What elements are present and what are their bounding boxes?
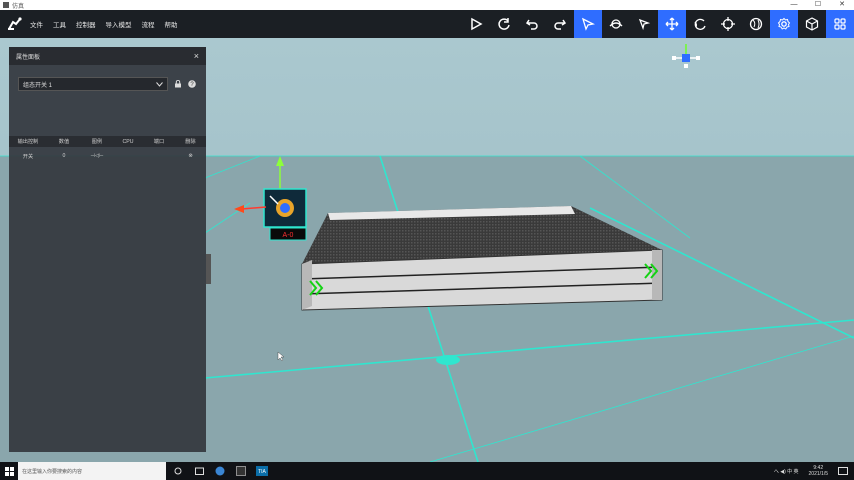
simulator-app-icon[interactable] xyxy=(232,462,250,480)
redo-icon xyxy=(554,19,567,30)
settings-icon xyxy=(777,17,791,30)
properties-panel: 属性面板 × 组态开关 1 ? 输出控制 数值 图例 CPU 端口 删除 开关 … xyxy=(9,47,211,452)
clock[interactable]: 9:42 2021/1/5 xyxy=(809,465,828,477)
rotate-icon xyxy=(694,18,706,30)
menu-flow[interactable]: 流程 xyxy=(142,19,155,29)
col-cpu: CPU xyxy=(122,138,134,145)
menu-file[interactable]: 文件 xyxy=(30,19,43,29)
device-select[interactable]: 组态开关 1 xyxy=(18,77,168,91)
window-controls: — ☐ ✕ xyxy=(782,0,854,10)
rotate-tool-button[interactable] xyxy=(686,10,714,38)
target-icon xyxy=(721,17,735,31)
play-button[interactable] xyxy=(462,10,490,38)
help-icon[interactable]: ? xyxy=(187,80,196,89)
col-value: 数值 xyxy=(58,139,70,145)
select-tool-button[interactable] xyxy=(574,10,602,38)
tia-portal-icon[interactable]: TIA xyxy=(253,462,271,480)
redo-button[interactable] xyxy=(546,10,574,38)
close-panel-icon[interactable]: × xyxy=(194,51,199,61)
browser-icon[interactable] xyxy=(211,462,229,480)
app-logo-icon xyxy=(0,10,30,38)
svg-text:TIA: TIA xyxy=(258,469,266,475)
sensor-label: A-0 xyxy=(283,232,294,239)
undo-button[interactable] xyxy=(518,10,546,38)
col-delete: 删除 xyxy=(185,139,196,145)
menu-help[interactable]: 帮助 xyxy=(165,19,178,29)
toolbar xyxy=(462,10,854,38)
undo-icon xyxy=(525,19,538,30)
play-icon xyxy=(471,17,483,31)
device-select-value: 组态开关 1 xyxy=(23,82,53,89)
move-icon xyxy=(665,17,679,31)
system-tray: へ ◀) 中 英 9:42 2021/1/5 xyxy=(774,465,854,477)
os-taskbar: 在这里输入你要搜索的内容 TIA へ ◀) 中 英 9:42 2021/1/5 xyxy=(0,462,854,480)
panel-header: 属性面板 × xyxy=(9,47,206,65)
start-button[interactable] xyxy=(0,462,18,480)
target-button[interactable] xyxy=(714,10,742,38)
globe-button[interactable] xyxy=(742,10,770,38)
select-icon xyxy=(581,17,595,31)
window-title: 仿真 xyxy=(12,3,25,10)
panel-resize-handle[interactable] xyxy=(206,254,211,284)
grid-node xyxy=(436,355,460,365)
grid-button[interactable] xyxy=(826,10,854,38)
pointer-icon xyxy=(638,18,651,31)
reset-icon xyxy=(498,18,510,30)
menu-controller[interactable]: 控制器 xyxy=(76,19,96,29)
grid-icon xyxy=(834,18,846,30)
lock-icon[interactable] xyxy=(173,80,182,89)
app-icon xyxy=(3,2,9,8)
row-value[interactable]: 0 xyxy=(47,153,81,159)
tray-icons[interactable]: へ ◀) 中 英 xyxy=(774,468,799,475)
orbit-icon xyxy=(609,19,623,29)
menu-tools[interactable]: 工具 xyxy=(53,19,66,29)
pointer-button[interactable] xyxy=(630,10,658,38)
globe-icon xyxy=(749,17,763,31)
orbit-button[interactable] xyxy=(602,10,630,38)
col-output: 输出控制 xyxy=(17,139,39,145)
clock-date: 2021/1/5 xyxy=(808,471,828,477)
cube-button[interactable] xyxy=(798,10,826,38)
col-port: 端口 xyxy=(153,139,165,145)
task-view-icon[interactable] xyxy=(169,462,187,480)
col-legend: 图例 xyxy=(91,139,103,145)
move-tool-button[interactable] xyxy=(658,10,686,38)
cube-icon xyxy=(805,17,819,31)
file-explorer-icon[interactable] xyxy=(190,462,208,480)
chevron-down-icon xyxy=(156,81,163,87)
row-output: 开关 xyxy=(22,153,34,160)
window-titlebar: 仿真 — ☐ ✕ xyxy=(0,0,854,10)
maximize-button[interactable]: ☐ xyxy=(806,0,830,10)
reset-button[interactable] xyxy=(490,10,518,38)
table-header: 输出控制 数值 图例 CPU 端口 删除 xyxy=(9,136,206,147)
notification-icon[interactable] xyxy=(838,466,848,476)
delete-row-icon[interactable]: ⊗ xyxy=(175,153,206,159)
table-row[interactable]: 开关 0 ⊣◁⊢ ⊗ xyxy=(9,151,206,161)
search-placeholder: 在这里输入你要搜索的内容 xyxy=(22,468,83,475)
row-legend-icon: ⊣◁⊢ xyxy=(90,153,104,159)
minimize-button[interactable]: — xyxy=(782,0,806,10)
close-window-button[interactable]: ✕ xyxy=(830,0,854,10)
panel-title: 属性面板 xyxy=(16,54,41,61)
taskbar-search-box[interactable]: 在这里输入你要搜索的内容 xyxy=(18,462,166,480)
windows-icon xyxy=(4,466,14,476)
menu-import-model[interactable]: 导入模型 xyxy=(106,19,132,29)
settings-button[interactable] xyxy=(770,10,798,38)
